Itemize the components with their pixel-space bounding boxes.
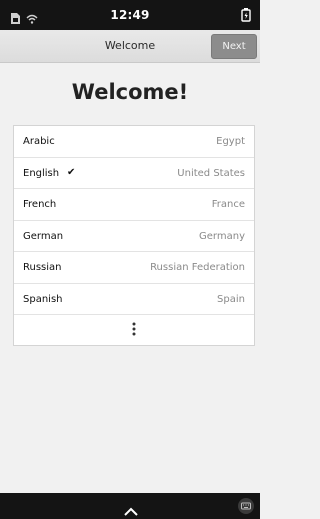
more-languages-button[interactable] <box>14 315 254 345</box>
more-vertical-icon <box>14 322 254 336</box>
language-name: English <box>23 167 60 179</box>
language-list: Arabic Egypt English ✔ United States French Fr… <box>13 125 255 346</box>
language-name: German <box>23 230 64 242</box>
next-button[interactable]: Next <box>211 34 257 59</box>
language-region: Egypt <box>216 136 245 147</box>
checkmark-icon: ✔ <box>67 166 76 178</box>
language-row[interactable]: French France <box>14 189 254 221</box>
status-time: 12:49 <box>110 8 150 22</box>
battery-icon <box>241 7 251 26</box>
language-name: Spanish <box>23 293 63 305</box>
language-region: Spain <box>217 293 245 305</box>
status-bar: 12:49 <box>0 0 260 30</box>
language-row[interactable]: Russian Russian Federation <box>14 252 254 284</box>
bottom-bar <box>0 493 260 519</box>
header-bar: Welcome Next <box>0 30 260 63</box>
language-row[interactable]: English ✔ United States <box>14 158 254 189</box>
language-region: Russian Federation <box>150 262 245 273</box>
status-right-icons <box>241 7 251 26</box>
language-row[interactable]: Spanish Spain <box>14 284 254 315</box>
language-region: United States <box>177 167 245 179</box>
language-name: Russian <box>23 262 62 273</box>
page-title: Welcome! <box>71 80 189 104</box>
keyboard-icon[interactable] <box>238 498 254 514</box>
language-name: Arabic <box>23 136 55 147</box>
language-name: French <box>23 199 57 210</box>
welcome-screen: 12:49 Welcome Next Welcome! Arabic Egypt E… <box>0 0 260 519</box>
chevron-up-icon[interactable] <box>124 501 138 519</box>
language-row[interactable]: German Germany <box>14 221 254 252</box>
language-region: France <box>211 199 245 210</box>
language-row[interactable]: Arabic Egypt <box>14 126 254 158</box>
language-region: Germany <box>199 230 245 242</box>
